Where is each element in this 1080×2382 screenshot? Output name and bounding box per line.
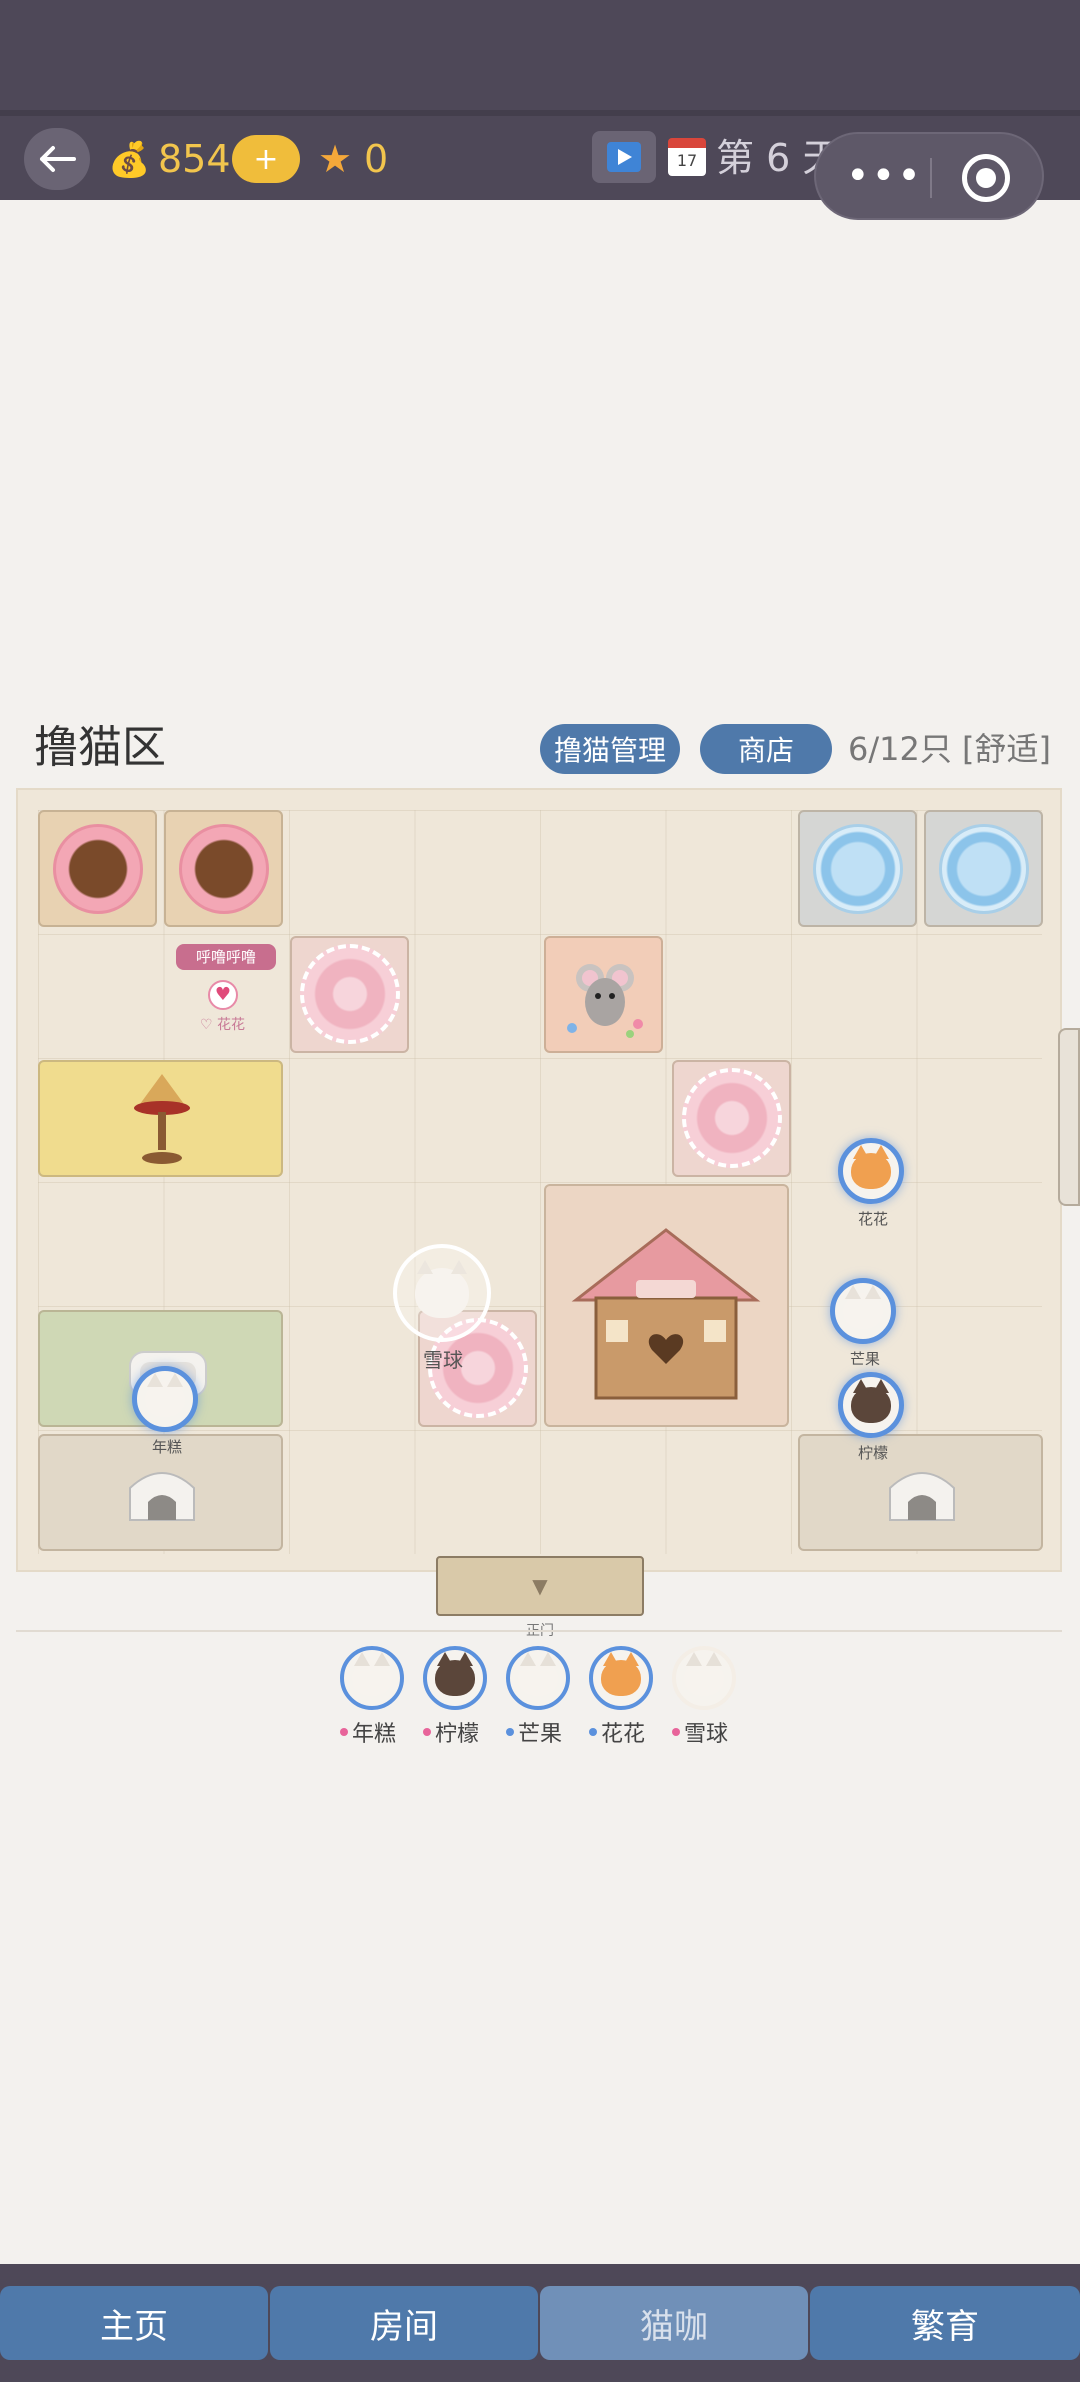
cat-face-icon — [518, 1652, 558, 1696]
star-icon: ★ — [318, 137, 353, 181]
area-title: 撸猫区 — [34, 722, 166, 773]
capacity-status: 6/12只 [舒适] — [848, 730, 1052, 768]
roster-cat[interactable]: 年糕 — [340, 1646, 412, 1748]
cat-token-ningmeng[interactable] — [838, 1372, 904, 1438]
lamp-tile[interactable] — [38, 1060, 283, 1177]
cushion-icon — [682, 1068, 782, 1168]
roster-cat[interactable]: 花花 — [589, 1646, 661, 1748]
play-button[interactable] — [592, 131, 656, 183]
roster-cat[interactable]: 雪球 — [672, 1646, 744, 1748]
cat-avatar — [589, 1646, 653, 1710]
litter-box-icon — [889, 1472, 955, 1521]
manage-button[interactable]: 撸猫管理 — [540, 724, 680, 774]
cushion-icon — [300, 944, 400, 1044]
cat-avatar — [672, 1646, 736, 1710]
cat-label: 芒果 — [849, 1350, 880, 1368]
roster-cat-name: 花花 — [601, 1722, 646, 1747]
selected-cat-name: 雪球 — [423, 1348, 463, 1372]
water-bowl-tile[interactable] — [798, 810, 917, 927]
roster-cat[interactable]: 柠檬 — [423, 1646, 495, 1748]
nav-breed[interactable]: 繁育 — [810, 2286, 1080, 2360]
side-drawer-handle[interactable] — [1058, 1028, 1080, 1206]
cat-avatar — [340, 1646, 404, 1710]
cat-label: 柠檬 — [857, 1444, 888, 1462]
cat-face-icon — [851, 1145, 891, 1189]
cat-house-icon — [571, 1228, 761, 1400]
add-money-button[interactable]: + — [232, 135, 300, 183]
mouse-toy-tile[interactable] — [544, 936, 663, 1053]
gender-dot — [340, 1728, 348, 1736]
cat-house-tile[interactable] — [544, 1184, 789, 1427]
cat-face-icon — [435, 1652, 475, 1696]
cat-face-icon — [843, 1285, 883, 1329]
cat-token-mangguo[interactable] — [830, 1278, 896, 1344]
cat-face-icon — [684, 1652, 724, 1696]
back-arrow-icon — [40, 146, 76, 172]
cat-token-huahua[interactable] — [838, 1138, 904, 1204]
food-bowl-tile[interactable] — [38, 810, 157, 927]
purr-bubble: 呼噜呼噜 — [176, 944, 276, 970]
cat-label: 年糕 — [151, 1438, 182, 1456]
cat-face-icon — [851, 1379, 891, 1423]
divider — [16, 1630, 1062, 1632]
water-bowl-icon — [939, 824, 1029, 914]
lamp-icon — [134, 1074, 190, 1164]
cat-avatar — [506, 1646, 570, 1710]
miniprogram-capsule: ••• — [814, 132, 1044, 220]
cat-avatar — [423, 1646, 487, 1710]
cushion-tile[interactable] — [290, 936, 409, 1053]
more-menu-icon[interactable]: ••• — [846, 156, 923, 196]
cat-face-icon — [415, 1260, 469, 1318]
star-value: 0 — [364, 137, 389, 181]
roster-cat-label: 花花 — [589, 1716, 661, 1748]
food-bowl-tile[interactable] — [164, 810, 283, 927]
mouse-toy-icon — [567, 964, 643, 1038]
water-bowl-icon — [813, 824, 903, 914]
roster-cat-name: 芒果 — [518, 1722, 563, 1747]
roster-cat[interactable]: 芒果 — [506, 1646, 578, 1748]
litter-box-icon — [129, 1472, 195, 1521]
roster-cat-name: 年糕 — [352, 1722, 397, 1747]
food-bowl-icon — [53, 824, 143, 914]
play-icon — [607, 142, 641, 172]
nav-home[interactable]: 主页 — [0, 2286, 268, 2360]
capsule-divider — [930, 158, 932, 198]
calendar-icon: 17 — [668, 138, 706, 176]
cat-face-icon — [601, 1652, 641, 1696]
cat-room[interactable]: 呼噜呼噜 ♥ ♡ 花花 花花 芒果 柠檬 年糕 — [16, 788, 1062, 1572]
roster-cat-label: 柠檬 — [423, 1716, 495, 1748]
selected-cat-token[interactable] — [393, 1244, 491, 1342]
cat-face-icon — [145, 1373, 185, 1417]
water-bowl-tile[interactable] — [924, 810, 1043, 927]
money-bag-icon: 💰 — [108, 140, 151, 180]
roster-cat-name: 雪球 — [684, 1722, 729, 1747]
gender-dot — [672, 1728, 680, 1736]
back-button[interactable] — [24, 128, 90, 190]
gender-dot — [423, 1728, 431, 1736]
shop-button[interactable]: 商店 — [700, 724, 832, 774]
gender-dot — [589, 1728, 597, 1736]
cat-face-icon — [352, 1652, 392, 1696]
status-strip — [0, 0, 1080, 110]
front-door-button[interactable]: ▼ — [436, 1556, 644, 1616]
close-miniprogram-icon[interactable] — [962, 154, 1010, 202]
nav-rooms[interactable]: 房间 — [270, 2286, 538, 2360]
cushion-tile[interactable] — [672, 1060, 791, 1177]
money-value: 854 — [158, 137, 231, 181]
cat-label: 花花 — [857, 1210, 888, 1228]
gender-dot — [506, 1728, 514, 1736]
nav-cafe[interactable]: 猫咖 — [540, 2286, 808, 2360]
roster-cat-label: 雪球 — [672, 1716, 744, 1748]
cat-token-niangao[interactable] — [132, 1366, 198, 1432]
heart-icon: ♥ — [208, 980, 238, 1010]
roster-cat-name: 柠檬 — [435, 1722, 480, 1747]
bubble-cat-name: ♡ 花花 — [200, 1017, 246, 1033]
roster-cat-label: 年糕 — [340, 1716, 412, 1748]
roster-cat-label: 芒果 — [506, 1716, 578, 1748]
food-bowl-icon — [179, 824, 269, 914]
